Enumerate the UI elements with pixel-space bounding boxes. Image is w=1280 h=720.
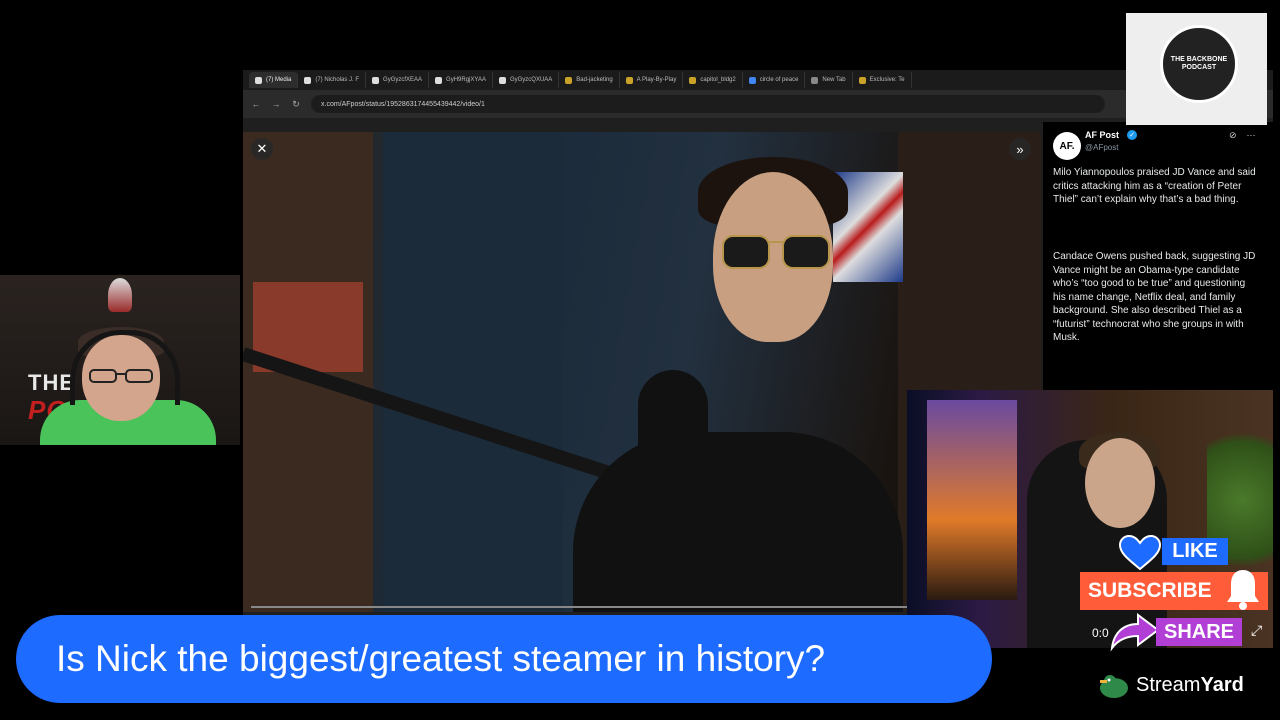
lit-building xyxy=(927,400,1017,600)
browser-tab-label: capitol_bldg2 xyxy=(700,77,736,83)
x-icon xyxy=(498,76,506,84)
globe-icon xyxy=(811,76,819,84)
tab-bar: (7) Media (7) Nicholas J. F GyGyzcfXEAA GyH… xyxy=(243,70,1273,90)
reload-icon[interactable]: ↻ xyxy=(291,99,301,110)
url-field[interactable]: x.com/AFpost/status/1952863174455439442/… xyxy=(311,95,1105,113)
browser-tab[interactable]: GyGyzcQXUAA xyxy=(493,72,560,88)
x-icon xyxy=(304,76,312,84)
fullscreen-icon[interactable]: ⤢ xyxy=(1251,622,1262,639)
page-icon xyxy=(689,76,697,84)
expand-panel-button[interactable]: » xyxy=(1009,138,1031,160)
helmet-crest xyxy=(108,278,132,312)
duck-logo-icon xyxy=(1100,675,1128,698)
bell-icon xyxy=(1227,570,1259,610)
tweet-avatar[interactable]: AF. xyxy=(1053,132,1081,160)
browser-tab[interactable]: capitol_bldg2 xyxy=(683,72,743,88)
browser-tab[interactable]: (7) Media xyxy=(249,72,299,88)
streamyard-word-bold: Yard xyxy=(1200,673,1244,696)
close-icon: ✕ xyxy=(256,141,268,156)
browser-tab-label: (7) Nicholas J. F xyxy=(315,77,360,83)
browser-tab-label: GyH9RgjXYAA xyxy=(446,77,486,83)
back-icon[interactable]: ← xyxy=(251,99,261,109)
close-video-button[interactable]: ✕ xyxy=(251,138,273,160)
question-banner: Is Nick the biggest/greatest steamer in … xyxy=(16,615,992,703)
share-button[interactable]: SHARE xyxy=(1108,612,1242,652)
tweet-author-name[interactable]: AF Post xyxy=(1085,130,1119,140)
inset-person-head xyxy=(1085,438,1155,528)
tweet-panel: AF. AF Post ✓ @AFpost ⊘ ⋯ Milo Yiannopou… xyxy=(1043,122,1273,392)
url-text: x.com/AFpost/status/1952863174455439442/… xyxy=(321,100,485,108)
browser-tab[interactable]: GyH9RgjXYAA xyxy=(429,72,493,88)
tweet-author-handle[interactable]: @AFpost xyxy=(1085,143,1118,152)
heart-icon xyxy=(1118,535,1162,571)
sunglasses-icon xyxy=(722,235,830,269)
browser-tab-label: circle of peace xyxy=(759,77,799,83)
google-icon xyxy=(748,76,756,84)
browser-tab-label: New Tab xyxy=(822,77,846,83)
browser-tab[interactable]: circle of peace xyxy=(743,72,806,88)
podcast-logo-text: THE BACKBONE PODCAST xyxy=(1170,56,1228,71)
browser-tab[interactable]: New Tab xyxy=(805,72,853,88)
glasses-icon xyxy=(89,369,153,383)
forward-icon[interactable]: → xyxy=(271,99,281,109)
podcast-logo: THE BACKBONE PODCAST xyxy=(1126,13,1267,125)
browser-tab-label: (7) Media xyxy=(266,77,292,83)
x-icon xyxy=(435,76,443,84)
browser-tab-label: Exclusive: Te xyxy=(869,77,905,83)
podcast-logo-badge: THE BACKBONE PODCAST xyxy=(1160,25,1238,103)
browser-tab-label: Bad-jacketing xyxy=(576,77,613,83)
share-label: SHARE xyxy=(1156,618,1242,646)
streamyard-wordmark: StreamYard xyxy=(1136,674,1244,697)
tweet-paragraph-2: Candace Owens pushed back, suggesting JD… xyxy=(1053,251,1256,343)
page-icon xyxy=(565,76,573,84)
tweet-actions: ⊘ ⋯ xyxy=(1229,130,1256,141)
share-arrow-icon xyxy=(1110,613,1160,652)
browser-tab-label: A Play-By-Play xyxy=(636,77,677,83)
microphone xyxy=(638,370,708,530)
guest-body xyxy=(573,432,903,612)
inset-timestamp: 0:0 xyxy=(1092,626,1109,640)
banner-text: Is Nick the biggest/greatest steamer in … xyxy=(56,638,826,679)
x-icon xyxy=(372,76,380,84)
browser-tab-label: GyGyzcfXEAA xyxy=(383,77,423,83)
browser-tab[interactable]: Bad-jacketing xyxy=(559,72,620,88)
browser-tab[interactable]: GyGyzcfXEAA xyxy=(366,72,430,88)
host-camera: THE ONE PO AST xyxy=(0,275,240,445)
tweet-paragraph-1: Milo Yiannopoulos praised JD Vance and s… xyxy=(1053,167,1256,205)
bookshelf-blue xyxy=(383,132,563,612)
address-bar: ← → ↻ x.com/AFpost/status/19528631744554… xyxy=(243,90,1273,118)
verified-badge-icon: ✓ xyxy=(1127,130,1137,140)
x-icon xyxy=(255,76,262,84)
page-icon xyxy=(625,76,633,84)
browser-tab-label: GyGyzcQXUAA xyxy=(509,77,553,83)
subscribe-label: SUBSCRIBE xyxy=(1088,579,1212,602)
expand-icon: » xyxy=(1016,141,1024,157)
browser-tab[interactable]: (7) Nicholas J. F xyxy=(298,72,367,88)
grok-icon[interactable]: ⊘ xyxy=(1229,130,1237,141)
browser-tab[interactable]: A Play-By-Play xyxy=(620,72,684,88)
like-button[interactable]: LIKE xyxy=(1118,535,1230,571)
streamyard-word-regular: Stream xyxy=(1136,673,1201,696)
more-icon[interactable]: ⋯ xyxy=(1247,130,1256,141)
browser-tab[interactable]: Exclusive: Te xyxy=(853,72,912,88)
streamyard-branding: StreamYard xyxy=(1098,670,1244,700)
like-label: LIKE xyxy=(1162,538,1228,565)
page-icon xyxy=(858,76,866,84)
